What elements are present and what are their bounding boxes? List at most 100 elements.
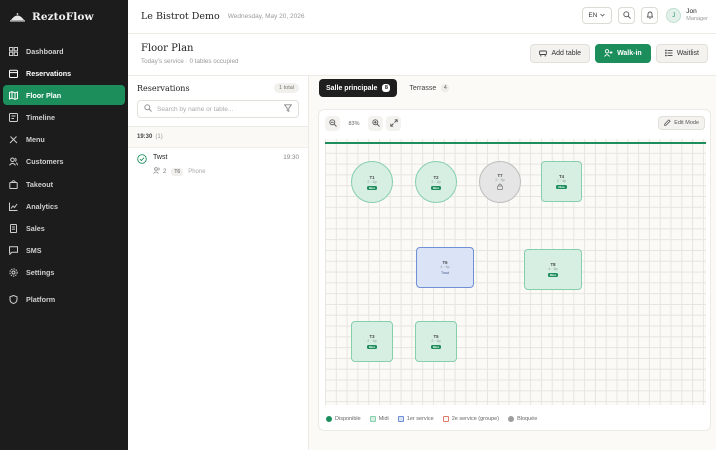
legend-label: 1er service	[406, 416, 434, 422]
sidebar-item-sales[interactable]: Sales	[3, 219, 125, 239]
user-menu[interactable]: J Jon Manager	[666, 8, 708, 23]
pencil-icon	[664, 118, 671, 128]
tab-label: Terrasse	[409, 84, 437, 92]
gear-icon	[9, 268, 18, 277]
sidebar-item-label: Settings	[26, 268, 55, 278]
table-capacity: 2 · 4p	[367, 339, 377, 343]
brand[interactable]: ReztoFlow	[0, 0, 128, 34]
fullscreen-button[interactable]	[386, 116, 401, 131]
header-actions: Add table Walk-in Waitlist	[530, 44, 708, 63]
search-icon	[144, 104, 152, 114]
reservations-panel: Reservations 1 total 19:30 (1) Twst 19:3…	[128, 76, 309, 450]
search-input[interactable]	[157, 105, 279, 113]
sidebar-nav: Dashboard Reservations Floor Plan Timeli…	[0, 41, 128, 309]
table-status-badge: libre	[366, 345, 378, 349]
reservations-title: Reservations	[137, 84, 190, 93]
expand-icon	[389, 118, 398, 129]
legend-swatch	[397, 416, 404, 422]
bag-icon	[9, 179, 18, 189]
sidebar-item-label: Sales	[26, 224, 45, 233]
user-name: Jon	[686, 8, 697, 15]
sidebar-item-label: Floor Plan	[26, 90, 62, 100]
sidebar-item-label: Reservations	[26, 68, 72, 78]
sidebar-item-floor-plan[interactable]: Floor Plan	[3, 85, 125, 106]
search-button[interactable]	[618, 7, 636, 24]
table-t5[interactable]: T5 2 · 4p libre	[415, 321, 457, 362]
legend-item: 2e service (groupe)	[442, 416, 500, 422]
receipt-icon	[9, 224, 18, 233]
add-table-label: Add table	[551, 50, 582, 57]
table-t3[interactable]: T3 2 · 4p libre	[351, 321, 393, 362]
chart-icon	[9, 202, 18, 211]
table-status-badge: libre	[547, 273, 559, 277]
table-t4[interactable]: T4 2 · 4p libre	[541, 161, 582, 202]
table-capacity: 2 · 4p	[367, 179, 377, 184]
current-date: Wednesday, May 20, 2026	[227, 13, 305, 20]
reservation-row[interactable]: Twst 19:30 2 T6 Phone	[128, 147, 308, 181]
users-icon	[153, 167, 161, 176]
edit-mode-label: Edit Mode	[674, 120, 699, 126]
table-t8[interactable]: T8 4 · 6p libre	[524, 249, 582, 290]
guest-count: 2	[153, 167, 166, 176]
tab-count: 8	[382, 84, 391, 92]
waitlist-button[interactable]: Waitlist	[655, 44, 708, 63]
legend-label: 2e service (groupe)	[451, 416, 500, 422]
sidebar-item-menu[interactable]: Menu	[3, 130, 125, 150]
avatar: J	[666, 8, 682, 23]
page-subtitle: Today's service · 0 tables occupied	[141, 58, 239, 65]
filter-icon[interactable]	[283, 104, 293, 114]
sidebar-item-label: Menu	[26, 135, 45, 145]
slot-count: (1)	[155, 134, 163, 140]
table-t2[interactable]: T2 2 · 4p libre	[415, 161, 457, 203]
user-role: Manager	[686, 15, 708, 22]
walk-in-label: Walk-in	[617, 50, 642, 57]
calendar-icon	[9, 69, 18, 78]
tab-label: Salle principale	[326, 84, 378, 92]
reservation-search	[137, 100, 299, 118]
waitlist-label: Waitlist	[676, 50, 699, 57]
tab-terrasse[interactable]: Terrasse 4	[406, 79, 452, 97]
walk-in-button[interactable]: Walk-in	[595, 44, 651, 63]
reservation-name: Twst	[153, 154, 168, 161]
table-t7[interactable]: T7 2 · 4p	[479, 161, 521, 203]
sidebar-item-label: Platform	[26, 294, 56, 304]
guest-count-value: 2	[163, 168, 167, 175]
sidebar-item-settings[interactable]: Settings	[3, 263, 125, 283]
status-legend: Disponible Midi 1er service 2e service (…	[326, 416, 537, 422]
language-value: EN	[588, 12, 598, 19]
sidebar-item-dashboard[interactable]: Dashboard	[3, 41, 125, 61]
dashboard-icon	[9, 46, 18, 56]
message-icon	[9, 246, 18, 256]
reservations-count-badge: 1 total	[274, 83, 299, 93]
sidebar-item-platform[interactable]: Platform	[3, 289, 125, 309]
zoom-out-button[interactable]	[325, 116, 340, 131]
table-t1[interactable]: T1 2 · 4p libre	[351, 161, 393, 203]
add-table-button[interactable]: Add table	[530, 44, 591, 63]
sidebar-item-analytics[interactable]: Analytics	[3, 196, 125, 216]
edit-mode-button[interactable]: Edit Mode	[658, 116, 705, 130]
table-t6[interactable]: T6 4 · 6p Twst	[416, 247, 474, 288]
user-info: Jon Manager	[686, 8, 708, 23]
sidebar-item-sms[interactable]: SMS	[3, 241, 125, 261]
floor-grid: T1 2 · 4p libre T2 2 · 4p libre T7 2 · 4…	[325, 139, 706, 405]
check-circle-icon	[137, 154, 147, 166]
sidebar-item-customers[interactable]: Customers	[3, 152, 125, 172]
table-status-badge: libre	[556, 185, 567, 189]
language-select[interactable]: EN	[581, 7, 613, 24]
sidebar-item-takeout[interactable]: Takeout	[3, 174, 125, 194]
sidebar-item-label: Takeout	[26, 179, 54, 189]
notifications-button[interactable]	[641, 7, 659, 24]
zoom-in-button[interactable]	[368, 116, 383, 131]
sidebar-item-timeline[interactable]: Timeline	[3, 108, 125, 128]
sidebar-item-reservations[interactable]: Reservations	[3, 63, 125, 83]
page-header: Floor Plan Today's service · 0 tables oc…	[128, 34, 716, 76]
legend-label: Disponible	[335, 416, 361, 422]
table-capacity: 2 · 4p	[556, 179, 567, 183]
table-status-badge: libre	[366, 185, 378, 190]
sidebar-item-label: SMS	[26, 246, 42, 256]
legend-item: Bloquée	[508, 416, 537, 422]
legend-swatch	[369, 416, 376, 422]
sidebar-item-label: Analytics	[26, 201, 58, 211]
tab-salle-principale[interactable]: Salle principale 8	[319, 79, 398, 97]
floor-plan-canvas: 83% Edit Mode T1 2 · 4p libre T2 2 · 4p …	[318, 109, 711, 431]
